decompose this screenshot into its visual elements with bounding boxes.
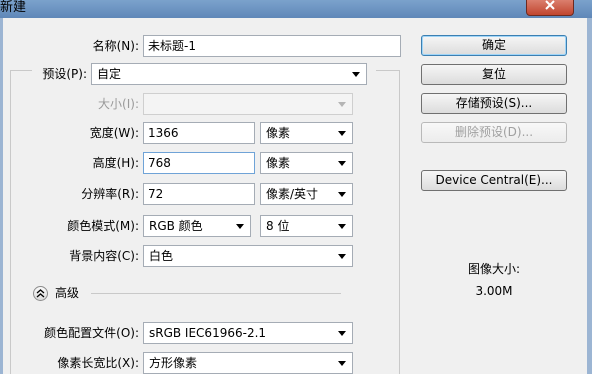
pixel-aspect-label: 像素长宽比(X): bbox=[57, 356, 139, 370]
resolution-unit-select[interactable]: 像素/英寸 bbox=[260, 183, 353, 205]
resolution-unit-value: 像素/英寸 bbox=[266, 187, 319, 201]
advanced-toggle[interactable] bbox=[33, 286, 48, 301]
background-value: 白色 bbox=[149, 249, 174, 263]
color-mode-value: RGB 颜色 bbox=[149, 219, 203, 233]
reset-button[interactable]: 复位 bbox=[421, 64, 567, 85]
height-label: 高度(H): bbox=[92, 156, 139, 170]
chevron-down-icon bbox=[338, 254, 346, 259]
preset-group-border-right bbox=[399, 70, 400, 374]
color-mode-label: 颜色模式(M): bbox=[67, 219, 139, 233]
save-preset-button[interactable]: 存储预设(S)... bbox=[421, 93, 567, 114]
new-document-dialog: 名称(N): 未标题-1 预设(P): 自定 大小(I): 宽度(W): 136… bbox=[3, 18, 587, 374]
color-profile-label: 颜色配置文件(O): bbox=[44, 326, 139, 340]
width-input[interactable]: 1366 bbox=[143, 122, 255, 144]
height-unit-select[interactable]: 像素 bbox=[260, 152, 353, 174]
color-mode-select[interactable]: RGB 颜色 bbox=[143, 215, 251, 237]
width-label: 宽度(W): bbox=[89, 126, 139, 140]
name-input[interactable]: 未标题-1 bbox=[143, 35, 401, 57]
advanced-label: 高级 bbox=[55, 286, 80, 300]
size-select bbox=[143, 93, 353, 115]
chevron-down-icon bbox=[338, 161, 346, 166]
device-central-button[interactable]: Device Central(E)... bbox=[421, 170, 567, 191]
background-select[interactable]: 白色 bbox=[143, 245, 353, 267]
pixel-aspect-value: 方形像素 bbox=[149, 356, 198, 370]
bit-depth-select[interactable]: 8 位 bbox=[260, 215, 353, 237]
chevron-up-icon bbox=[36, 289, 45, 298]
chevron-down-icon bbox=[352, 72, 360, 77]
chevron-down-icon bbox=[338, 102, 346, 107]
resolution-input[interactable]: 72 bbox=[143, 183, 255, 205]
window-title: 新建 bbox=[0, 0, 27, 15]
preset-group-border-top-right bbox=[376, 70, 400, 71]
preset-group-border-left bbox=[10, 70, 11, 374]
resolution-label: 分辨率(R): bbox=[81, 187, 139, 201]
height-unit-value: 像素 bbox=[266, 156, 291, 170]
background-label: 背景内容(C): bbox=[69, 249, 139, 263]
chevron-down-icon bbox=[338, 192, 346, 197]
advanced-divider bbox=[91, 293, 341, 294]
delete-preset-button: 删除预设(D)... bbox=[421, 122, 567, 143]
bit-depth-value: 8 位 bbox=[266, 219, 290, 233]
color-profile-value: sRGB IEC61966-2.1 bbox=[149, 326, 267, 340]
preset-label: 预设(P): bbox=[42, 67, 87, 81]
ok-button[interactable]: 确定 bbox=[421, 35, 567, 56]
close-button[interactable] bbox=[526, 0, 574, 16]
width-unit-select[interactable]: 像素 bbox=[260, 122, 353, 144]
width-unit-value: 像素 bbox=[266, 126, 291, 140]
chevron-down-icon bbox=[338, 331, 346, 336]
image-size-label: 图像大小: bbox=[467, 262, 521, 276]
chevron-down-icon bbox=[338, 224, 346, 229]
close-icon bbox=[545, 0, 555, 10]
size-label: 大小(I): bbox=[98, 97, 139, 111]
chevron-down-icon bbox=[236, 224, 244, 229]
height-input[interactable]: 768 bbox=[143, 152, 255, 174]
chevron-down-icon bbox=[338, 361, 346, 366]
chevron-down-icon bbox=[338, 131, 346, 136]
pixel-aspect-select[interactable]: 方形像素 bbox=[143, 352, 353, 374]
color-profile-select[interactable]: sRGB IEC61966-2.1 bbox=[143, 322, 353, 344]
title-bar: 新建 bbox=[0, 0, 592, 18]
preset-value: 自定 bbox=[97, 67, 122, 81]
window-frame-right bbox=[587, 18, 592, 374]
preset-select[interactable]: 自定 bbox=[91, 63, 367, 85]
image-size-value: 3.00M bbox=[475, 284, 513, 298]
name-label: 名称(N): bbox=[92, 39, 139, 53]
